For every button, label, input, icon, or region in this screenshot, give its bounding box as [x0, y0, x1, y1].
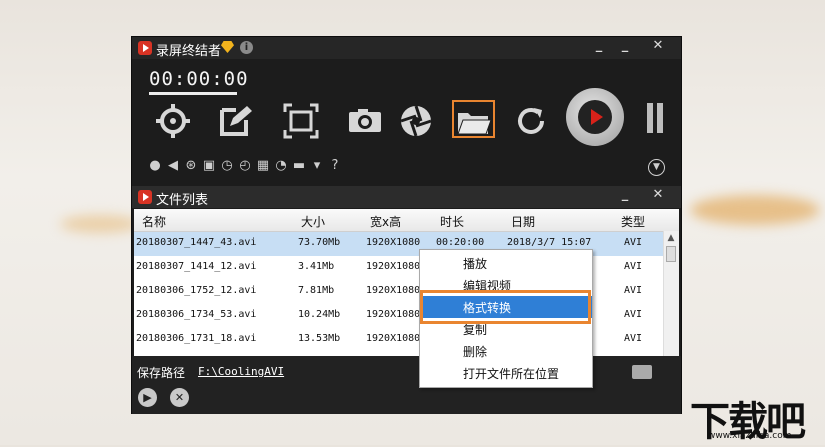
menu-item-label: 打开文件所在位置	[463, 367, 560, 381]
recording-timer: 00:00:00	[149, 68, 249, 90]
vip-diamond-icon[interactable]	[221, 41, 234, 53]
file-type: AVI	[624, 237, 643, 248]
info-icon[interactable]: i	[240, 41, 253, 54]
bottom-bar: 保存路径 F:\CoolingAVI ▶ ✕	[132, 356, 681, 414]
folder-icon[interactable]	[454, 103, 492, 141]
file-type: AVI	[624, 309, 643, 320]
file-type: AVI	[624, 261, 643, 272]
file-size: 13.53Mb	[298, 333, 341, 344]
close-button[interactable]: ✕	[648, 39, 668, 55]
menu-item-open-location[interactable]: 打开文件所在位置	[420, 362, 592, 384]
pause-button[interactable]	[644, 103, 666, 133]
camera-icon[interactable]	[346, 102, 384, 140]
speaker-icon[interactable]: ◀	[164, 157, 182, 175]
scroll-thumb[interactable]	[666, 246, 676, 262]
column-duration[interactable]: 时长	[440, 213, 464, 230]
crosshair-icon[interactable]	[154, 102, 192, 140]
vertical-scrollbar[interactable]: ▲	[663, 231, 679, 356]
scroll-up-icon[interactable]: ▲	[666, 233, 676, 243]
file-resolution: 1920X1080	[366, 285, 421, 296]
filelist-close-button[interactable]: ✕	[648, 188, 668, 204]
menu-item-label: 播放	[463, 257, 488, 271]
shirt-icon[interactable]: ▾	[308, 157, 326, 175]
app-logo-icon	[138, 41, 152, 55]
watermark-icon[interactable]: ▣	[200, 157, 218, 175]
menu-item-label: 删除	[463, 345, 488, 359]
open-folder-icon[interactable]	[632, 365, 652, 379]
wordpress-icon[interactable]: ⊛	[182, 157, 200, 175]
minimize-button[interactable]: _	[589, 39, 609, 55]
file-type: AVI	[624, 333, 643, 344]
site-watermark: 下载吧 www.xiazaiba.com	[690, 393, 822, 445]
save-path-link[interactable]: F:\CoolingAVI	[198, 365, 284, 378]
file-name: 20180307_1447_43.avi	[136, 237, 257, 248]
file-name: 20180306_1752_12.avi	[136, 285, 257, 296]
help-icon[interactable]: ?	[326, 157, 344, 175]
filelist-title: 文件列表	[156, 193, 209, 208]
file-resolution: 1920X1080	[366, 237, 421, 248]
file-size: 73.70Mb	[298, 237, 341, 248]
column-resolution[interactable]: 宽x高	[370, 213, 401, 230]
table-header: 名称 大小 宽x高 时长 日期 类型	[134, 209, 679, 232]
file-size: 10.24Mb	[298, 309, 341, 320]
refresh-icon[interactable]	[512, 102, 550, 140]
filelist-minimize-button[interactable]: _	[615, 188, 635, 204]
column-size[interactable]: 大小	[301, 213, 325, 230]
filelist-title-bar: 文件列表 _ ✕	[132, 186, 681, 208]
play-round-button[interactable]: ▶	[138, 388, 157, 407]
timer-icon[interactable]: ◷	[218, 157, 236, 175]
filelist-logo-icon	[138, 190, 152, 204]
record-button[interactable]	[566, 88, 624, 146]
file-resolution: 1920X1080	[366, 309, 421, 320]
fullscreen-icon[interactable]	[282, 102, 320, 140]
clapper-icon[interactable]: ▦	[254, 157, 272, 175]
app-title: 录屏终结者	[156, 44, 222, 59]
menu-item-delete[interactable]: 删除	[420, 340, 592, 362]
watermark-url: www.xiazaiba.com	[708, 431, 792, 441]
title-bar: 录屏终结者 i _ _ ✕	[132, 37, 681, 59]
edit-icon[interactable]	[216, 102, 254, 140]
minimize-to-tray-button[interactable]: _	[615, 39, 635, 55]
file-size: 7.81Mb	[298, 285, 335, 296]
file-resolution: 1920X1080	[366, 261, 421, 272]
file-name: 20180306_1731_18.avi	[136, 333, 257, 344]
secondary-toolbar: ● ◀ ⊛ ▣ ◷ ◴ ▦ ◔ ▬ ▾ ?	[146, 157, 344, 175]
menu-item-play[interactable]: 播放	[420, 252, 592, 274]
timer-underline	[149, 92, 237, 95]
menu-highlight-box	[420, 290, 591, 324]
file-table: 名称 大小 宽x高 时长 日期 类型 20180307_1447_43.avi …	[134, 209, 679, 356]
background-streak	[60, 215, 140, 233]
file-resolution: 1920X1080	[366, 333, 421, 344]
file-name: 20180307_1414_12.avi	[136, 261, 257, 272]
column-name[interactable]: 名称	[142, 213, 166, 230]
expand-down-icon[interactable]: ▼	[648, 159, 665, 176]
clock-icon[interactable]: ◴	[236, 157, 254, 175]
file-size: 3.41Mb	[298, 261, 335, 272]
delete-round-button[interactable]: ✕	[170, 388, 189, 407]
file-date: 2018/3/7 15:07	[507, 237, 592, 248]
file-duration: 00:20:00	[436, 237, 485, 248]
microphone-icon[interactable]: ●	[146, 157, 164, 175]
save-path-label: 保存路径	[137, 366, 186, 380]
keyboard-icon[interactable]: ▬	[290, 157, 308, 175]
file-name: 20180306_1734_53.avi	[136, 309, 257, 320]
background-streak	[690, 195, 820, 225]
stopwatch-icon[interactable]: ◔	[272, 157, 290, 175]
column-date[interactable]: 日期	[511, 213, 535, 230]
file-type: AVI	[624, 285, 643, 296]
column-type[interactable]: 类型	[621, 213, 645, 230]
recorder-window: 录屏终结者 i _ _ ✕ 00:00:00 ● ◀ ⊛ ▣ ◷ ◴ ▦ ◔ ▬…	[131, 36, 682, 414]
aperture-icon[interactable]	[397, 102, 435, 140]
